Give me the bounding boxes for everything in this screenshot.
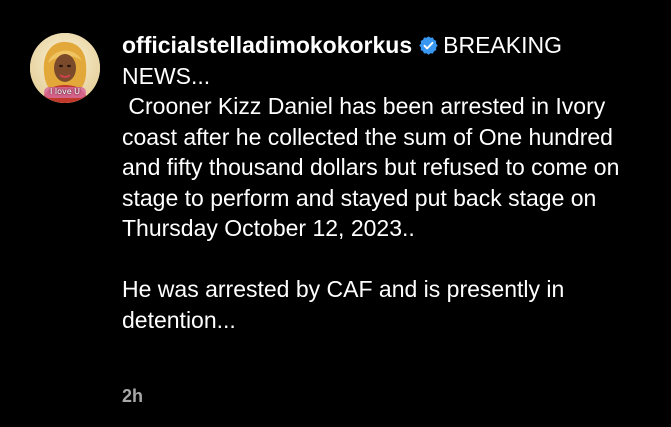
comment-paragraph-2: He was arrested by CAF and is presently …	[122, 276, 571, 333]
comment-paragraph-1: Crooner Kizz Daniel has been arrested in…	[122, 93, 626, 241]
timestamp: 2h	[122, 386, 144, 406]
verified-badge-icon	[418, 35, 439, 56]
avatar-caption: I love U	[49, 87, 81, 96]
comment-first-line: officialstelladimokokorkus BREAKING NEWS…	[122, 30, 652, 91]
avatar[interactable]: I love U	[30, 33, 100, 103]
comment-post: I love U officialstelladimokokorkus BREA…	[0, 0, 671, 427]
comment-content: officialstelladimokokorkus BREAKING NEWS…	[122, 30, 652, 335]
username-link[interactable]: officialstelladimokokorkus	[122, 32, 412, 58]
